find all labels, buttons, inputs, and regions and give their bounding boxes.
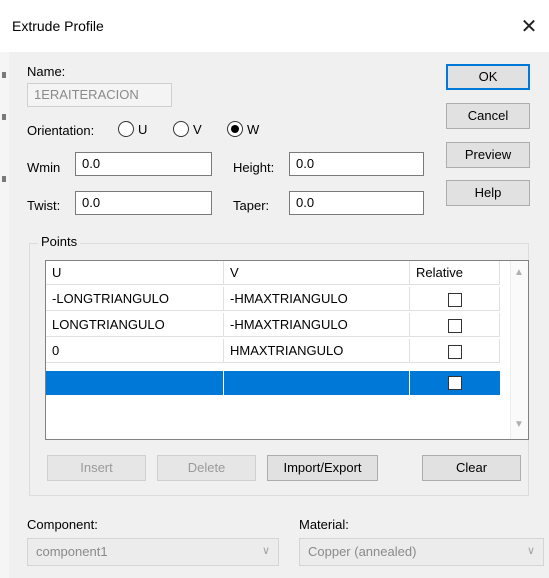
orientation-label: Orientation:	[27, 123, 95, 138]
orientation-radio-u[interactable]: U	[118, 121, 147, 137]
edge-mark	[2, 72, 6, 78]
orientation-radio-w[interactable]: W	[227, 121, 259, 137]
component-select[interactable]: component1 ∨	[27, 538, 279, 566]
title-bar: Extrude Profile ✕	[0, 0, 549, 52]
taper-label: Taper:	[233, 198, 270, 213]
table-row-selected[interactable]	[46, 371, 500, 395]
orientation-radio-u-label: U	[138, 121, 148, 137]
material-select[interactable]: Copper (annealed) ∨	[299, 538, 544, 566]
cell-u[interactable]: -LONGTRIANGULO	[46, 287, 224, 311]
close-icon[interactable]: ✕	[509, 12, 549, 42]
cancel-button[interactable]: Cancel	[446, 103, 530, 129]
import-export-button[interactable]: Import/Export	[267, 455, 378, 481]
component-select-value: component1	[36, 544, 108, 559]
preview-button[interactable]: Preview	[446, 142, 530, 168]
radio-circle	[173, 121, 189, 137]
material-select-value: Copper (annealed)	[308, 544, 417, 559]
name-field[interactable]: 1ERAITERACION	[27, 83, 172, 107]
cell-u[interactable]: 0	[46, 339, 224, 363]
component-label: Component:	[27, 517, 98, 532]
column-header-relative[interactable]: Relative	[410, 261, 500, 285]
cell-divider	[409, 371, 410, 395]
column-header-u[interactable]: U	[46, 261, 224, 285]
height-label: Height:	[233, 160, 275, 175]
table-scrollbar[interactable]: ▲ ▼	[510, 261, 528, 439]
name-label: Name:	[27, 64, 66, 79]
orientation-radio-v[interactable]: V	[173, 121, 202, 137]
column-header-v[interactable]: V	[224, 261, 410, 285]
taper-field[interactable]: 0.0	[289, 191, 424, 215]
relative-checkbox[interactable]	[448, 293, 462, 307]
material-label: Material:	[299, 517, 349, 532]
help-button[interactable]: Help	[446, 180, 530, 206]
edge-mark	[2, 176, 6, 182]
insert-button[interactable]: Insert	[47, 455, 146, 481]
chevron-down-icon: ∨	[526, 545, 535, 557]
points-group-title: Points	[38, 234, 81, 249]
twist-field[interactable]: 0.0	[75, 191, 212, 215]
scroll-up-icon[interactable]: ▲	[514, 267, 524, 278]
orientation-radio-v-label: V	[193, 121, 202, 137]
relative-checkbox[interactable]	[448, 319, 462, 333]
delete-button[interactable]: Delete	[157, 455, 256, 481]
window-title: Extrude Profile	[12, 18, 104, 34]
twist-label: Twist:	[27, 198, 61, 213]
relative-checkbox[interactable]	[448, 376, 462, 390]
radio-circle-checked	[227, 121, 243, 137]
edge-mark	[2, 114, 6, 120]
relative-checkbox[interactable]	[448, 345, 462, 359]
wmin-label: Wmin	[27, 160, 61, 175]
cell-v[interactable]: HMAXTRIANGULO	[224, 339, 410, 363]
cell-u[interactable]: LONGTRIANGULO	[46, 313, 224, 337]
orientation-radio-w-label: W	[247, 121, 260, 137]
chevron-down-icon: ∨	[261, 545, 270, 557]
wmin-field[interactable]: 0.0	[75, 152, 212, 176]
cell-v[interactable]: -HMAXTRIANGULO	[224, 287, 410, 311]
cell-v[interactable]: -HMAXTRIANGULO	[224, 313, 410, 337]
background-window-edge	[0, 52, 9, 578]
scroll-down-icon[interactable]: ▼	[514, 419, 524, 430]
points-table[interactable]: U V Relative -LONGTRIANGULO -HMAXTRIANGU…	[45, 260, 529, 440]
radio-circle	[118, 121, 134, 137]
ok-button[interactable]: OK	[446, 64, 530, 90]
height-field[interactable]: 0.0	[289, 152, 424, 176]
cell-divider	[223, 371, 224, 395]
extrude-profile-dialog: Extrude Profile ✕ Name: 1ERAITERACION Or…	[0, 0, 549, 578]
clear-button[interactable]: Clear	[422, 455, 521, 481]
